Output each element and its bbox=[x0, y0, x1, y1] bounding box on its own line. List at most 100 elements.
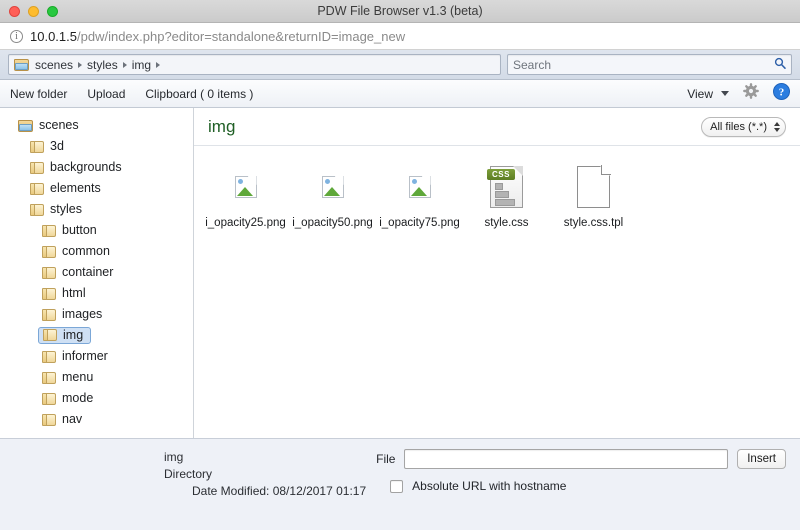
path-bar: scenes styles img bbox=[0, 50, 800, 80]
page-title: img bbox=[208, 116, 236, 136]
sidebar-item-label: html bbox=[62, 286, 86, 301]
gear-icon[interactable] bbox=[743, 83, 759, 104]
file-filter-select[interactable]: All files (*.*) bbox=[701, 116, 786, 137]
closed-folder-icon bbox=[30, 140, 44, 153]
chevron-down-icon bbox=[721, 91, 729, 96]
view-label: View bbox=[687, 86, 713, 101]
css-file-icon: CSS bbox=[487, 166, 523, 208]
closed-folder-icon bbox=[42, 224, 56, 237]
insert-button[interactable]: Insert bbox=[737, 449, 786, 469]
file-info-date: Date Modified: 08/12/2017 01:17 bbox=[192, 484, 367, 498]
breadcrumb[interactable]: scenes styles img bbox=[8, 54, 501, 75]
sidebar-item-label: styles bbox=[50, 202, 82, 217]
chevron-right-icon bbox=[78, 61, 83, 68]
sidebar-item-container[interactable]: container bbox=[0, 262, 193, 283]
help-circle-icon[interactable]: ? bbox=[773, 82, 790, 105]
chevron-right-icon bbox=[156, 61, 161, 68]
sidebar-item-content: nav bbox=[42, 413, 82, 426]
minimize-button[interactable] bbox=[28, 6, 39, 17]
sidebar-item-label: img bbox=[63, 327, 84, 342]
search-box[interactable] bbox=[507, 54, 792, 75]
file-item[interactable]: CSS style.css bbox=[463, 160, 550, 230]
sidebar-item-content: 3d bbox=[30, 140, 64, 153]
app-window: PDW File Browser v1.3 (beta) i 10.0.1.5 … bbox=[0, 0, 800, 530]
sidebar-item-elements[interactable]: elements bbox=[0, 178, 193, 199]
view-menu-button[interactable]: View bbox=[687, 87, 729, 101]
file-grid[interactable]: i_opacity25.png i_opacity50.png i_opacity7… bbox=[194, 146, 800, 438]
sidebar-item-nav[interactable]: nav bbox=[0, 409, 193, 430]
sidebar-item-label: backgrounds bbox=[50, 160, 122, 175]
url-path: /pdw/index.php?editor=standalone&returnI… bbox=[77, 28, 406, 44]
broken-image-icon bbox=[408, 176, 431, 198]
clipboard-button[interactable]: Clipboard ( 0 items ) bbox=[145, 87, 253, 101]
file-input[interactable] bbox=[404, 449, 729, 469]
sidebar-item-content: img bbox=[38, 326, 92, 345]
file-icon-wrap: CSS bbox=[487, 164, 523, 210]
sidebar-item-backgrounds[interactable]: backgrounds bbox=[0, 157, 193, 178]
absolute-url-row[interactable]: Absolute URL with hostname bbox=[376, 479, 786, 493]
stepper-icon bbox=[774, 121, 780, 132]
file-item[interactable]: style.css.tpl bbox=[550, 160, 637, 230]
folder-tree-sidebar[interactable]: scenes 3d backgrounds elements styles button c… bbox=[0, 108, 194, 438]
sidebar-item-html[interactable]: html bbox=[0, 283, 193, 304]
close-button[interactable] bbox=[9, 6, 20, 17]
sidebar-item-menu[interactable]: menu bbox=[0, 367, 193, 388]
closed-folder-icon bbox=[30, 203, 44, 216]
closed-folder-icon bbox=[43, 329, 57, 341]
sidebar-item-scenes[interactable]: scenes bbox=[0, 115, 193, 136]
sidebar-item-informer[interactable]: informer bbox=[0, 346, 193, 367]
sidebar-item-common[interactable]: common bbox=[0, 241, 193, 262]
file-field-row: File Insert bbox=[376, 449, 786, 469]
absolute-url-label: Absolute URL with hostname bbox=[412, 479, 567, 493]
sidebar-item-content: menu bbox=[42, 371, 93, 384]
file-item[interactable]: i_opacity75.png bbox=[376, 160, 463, 230]
absolute-url-checkbox[interactable] bbox=[390, 479, 404, 493]
content-area: scenes 3d backgrounds elements styles button c… bbox=[0, 108, 800, 438]
address-bar[interactable]: i 10.0.1.5 /pdw/index.php?editor=standal… bbox=[0, 23, 800, 50]
sidebar-item-content: images bbox=[42, 308, 102, 321]
sidebar-item-3d[interactable]: 3d bbox=[0, 136, 193, 157]
breadcrumb-item-styles[interactable]: styles bbox=[87, 58, 118, 72]
file-icon-wrap bbox=[234, 164, 257, 210]
sidebar-item-label: images bbox=[62, 307, 103, 322]
sidebar-item-styles[interactable]: styles bbox=[0, 199, 193, 220]
sidebar-item-content: backgrounds bbox=[30, 161, 122, 174]
footer-panel: img Directory Date Modified: 08/12/2017 … bbox=[0, 438, 800, 530]
closed-folder-icon bbox=[42, 371, 56, 384]
sidebar-item-button[interactable]: button bbox=[0, 220, 193, 241]
file-label: i_opacity25.png bbox=[205, 217, 286, 229]
file-field-label: File bbox=[376, 452, 396, 466]
url-host: 10.0.1.5 bbox=[30, 28, 77, 44]
closed-folder-icon bbox=[42, 308, 56, 321]
closed-folder-icon bbox=[30, 182, 44, 195]
window-title: PDW File Browser v1.3 (beta) bbox=[317, 4, 483, 18]
svg-text:?: ? bbox=[779, 86, 785, 98]
file-item[interactable]: i_opacity50.png bbox=[289, 160, 376, 230]
file-item[interactable]: i_opacity25.png bbox=[202, 160, 289, 230]
sidebar-item-content: elements bbox=[30, 182, 101, 195]
sidebar-item-mode[interactable]: mode bbox=[0, 388, 193, 409]
upload-button[interactable]: Upload bbox=[87, 87, 125, 101]
sidebar-item-label: menu bbox=[62, 370, 94, 385]
new-folder-button[interactable]: New folder bbox=[10, 87, 67, 101]
sidebar-item-label: 3d bbox=[50, 139, 64, 154]
title-bar: PDW File Browser v1.3 (beta) bbox=[0, 0, 800, 23]
traffic-lights bbox=[9, 6, 58, 17]
breadcrumb-item-scenes[interactable]: scenes bbox=[35, 58, 73, 72]
sidebar-item-images[interactable]: images bbox=[0, 304, 193, 325]
breadcrumb-item-img[interactable]: img bbox=[132, 58, 151, 72]
plain-file-icon bbox=[577, 165, 611, 208]
file-info-name: img bbox=[164, 450, 184, 464]
file-label: style.css bbox=[484, 217, 529, 229]
sidebar-item-content: scenes bbox=[18, 119, 79, 132]
broken-image-icon bbox=[321, 176, 344, 198]
search-input[interactable] bbox=[513, 57, 774, 72]
zoom-button[interactable] bbox=[47, 6, 58, 17]
sidebar-item-label: button bbox=[62, 223, 97, 238]
closed-folder-icon bbox=[42, 245, 56, 258]
file-icon-wrap bbox=[321, 164, 344, 210]
sidebar-item-img[interactable]: img bbox=[0, 325, 193, 346]
search-icon[interactable] bbox=[774, 56, 786, 74]
file-icon-wrap bbox=[577, 164, 611, 210]
broken-image-icon bbox=[234, 176, 257, 198]
